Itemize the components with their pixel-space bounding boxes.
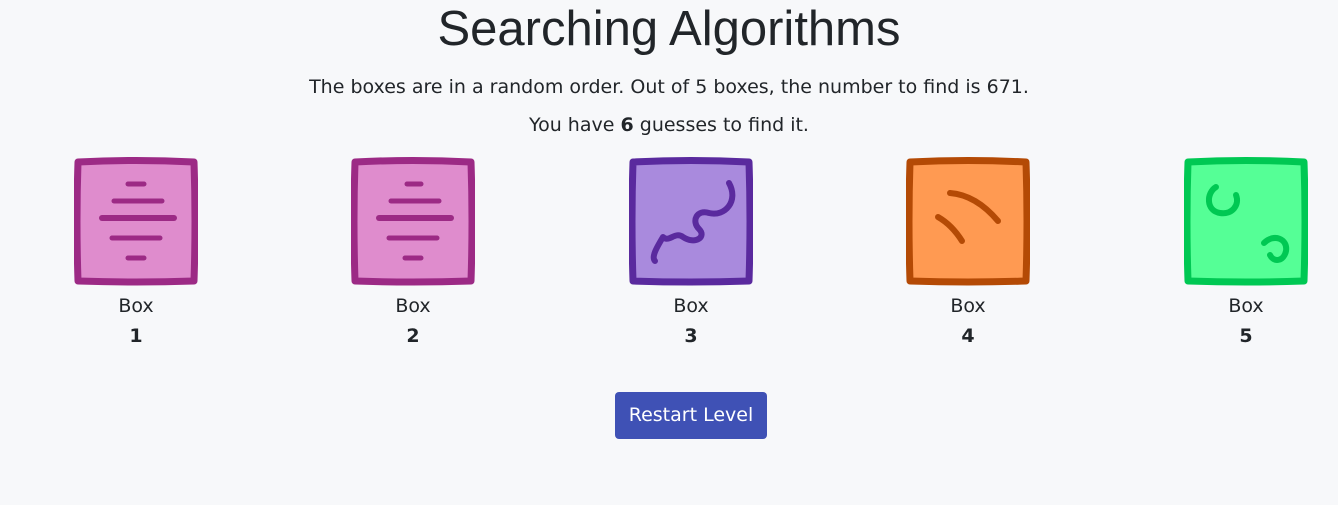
horizontal-lines-icon [74,157,198,286]
guesses-suffix: guesses to find it. [639,114,809,136]
box-number: 1 [129,325,143,347]
horizontal-lines-icon [351,157,475,286]
box-number: 3 [684,325,698,347]
box-3[interactable]: Box 3 [629,157,753,349]
box-number: 4 [961,325,975,347]
box-5[interactable]: Box 5 [1184,157,1308,349]
box-1[interactable]: Box 1 [74,157,198,349]
restart-level-button[interactable]: Restart Level [615,392,767,439]
guesses-prefix: You have [529,114,615,136]
guesses-text: You have 6 guesses to find it. [0,112,1338,138]
box-label: Box [395,295,431,317]
box-label: Box [950,295,986,317]
page-title: Searching Algorithms [437,2,901,56]
box-2[interactable]: Box 2 [351,157,475,349]
box-number: 5 [1239,325,1253,347]
curls-icon [1184,157,1308,286]
box-label: Box [1228,295,1264,317]
squiggle-icon [629,157,753,286]
description-text: The boxes are in a random order. Out of … [309,76,1029,98]
diagonal-strokes-icon [906,157,1030,286]
box-4[interactable]: Box 4 [906,157,1030,349]
box-label: Box [673,295,709,317]
box-label: Box [118,295,154,317]
box-number: 2 [406,325,420,347]
guesses-count: 6 [620,114,634,136]
